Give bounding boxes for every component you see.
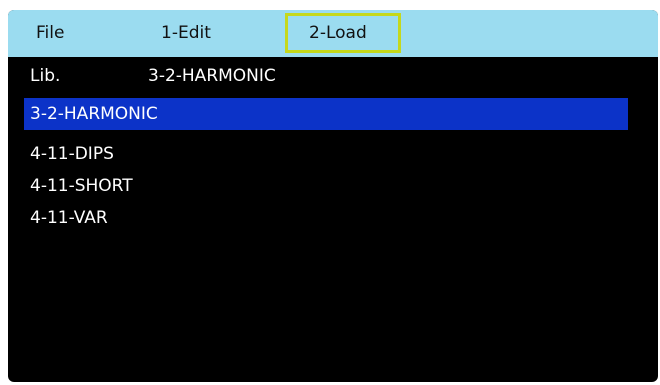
menu-load-label: 2-Load [309,23,367,43]
menu-edit[interactable]: 1-Edit [161,10,211,57]
list-item-3-2-harmonic[interactable]: 3-2-HARMONIC [24,98,628,130]
library-label: Lib. [30,66,61,86]
device-screen: File 1-Edit 2-Load Lib. 3-2-HARMONIC 3-2… [8,10,658,382]
menu-bar: File 1-Edit 2-Load [8,10,658,57]
library-value: 3-2-HARMONIC [148,66,276,86]
menu-load[interactable]: 2-Load [285,13,401,53]
list-item-4-11-short[interactable]: 4-11-SHORT [24,170,628,202]
menu-file[interactable]: File [36,10,64,57]
list-item-4-11-dips[interactable]: 4-11-DIPS [24,138,628,170]
list-item-4-11-var[interactable]: 4-11-VAR [24,202,628,234]
library-list: 3-2-HARMONIC 4-11-DIPS 4-11-SHORT 4-11-V… [24,98,628,234]
